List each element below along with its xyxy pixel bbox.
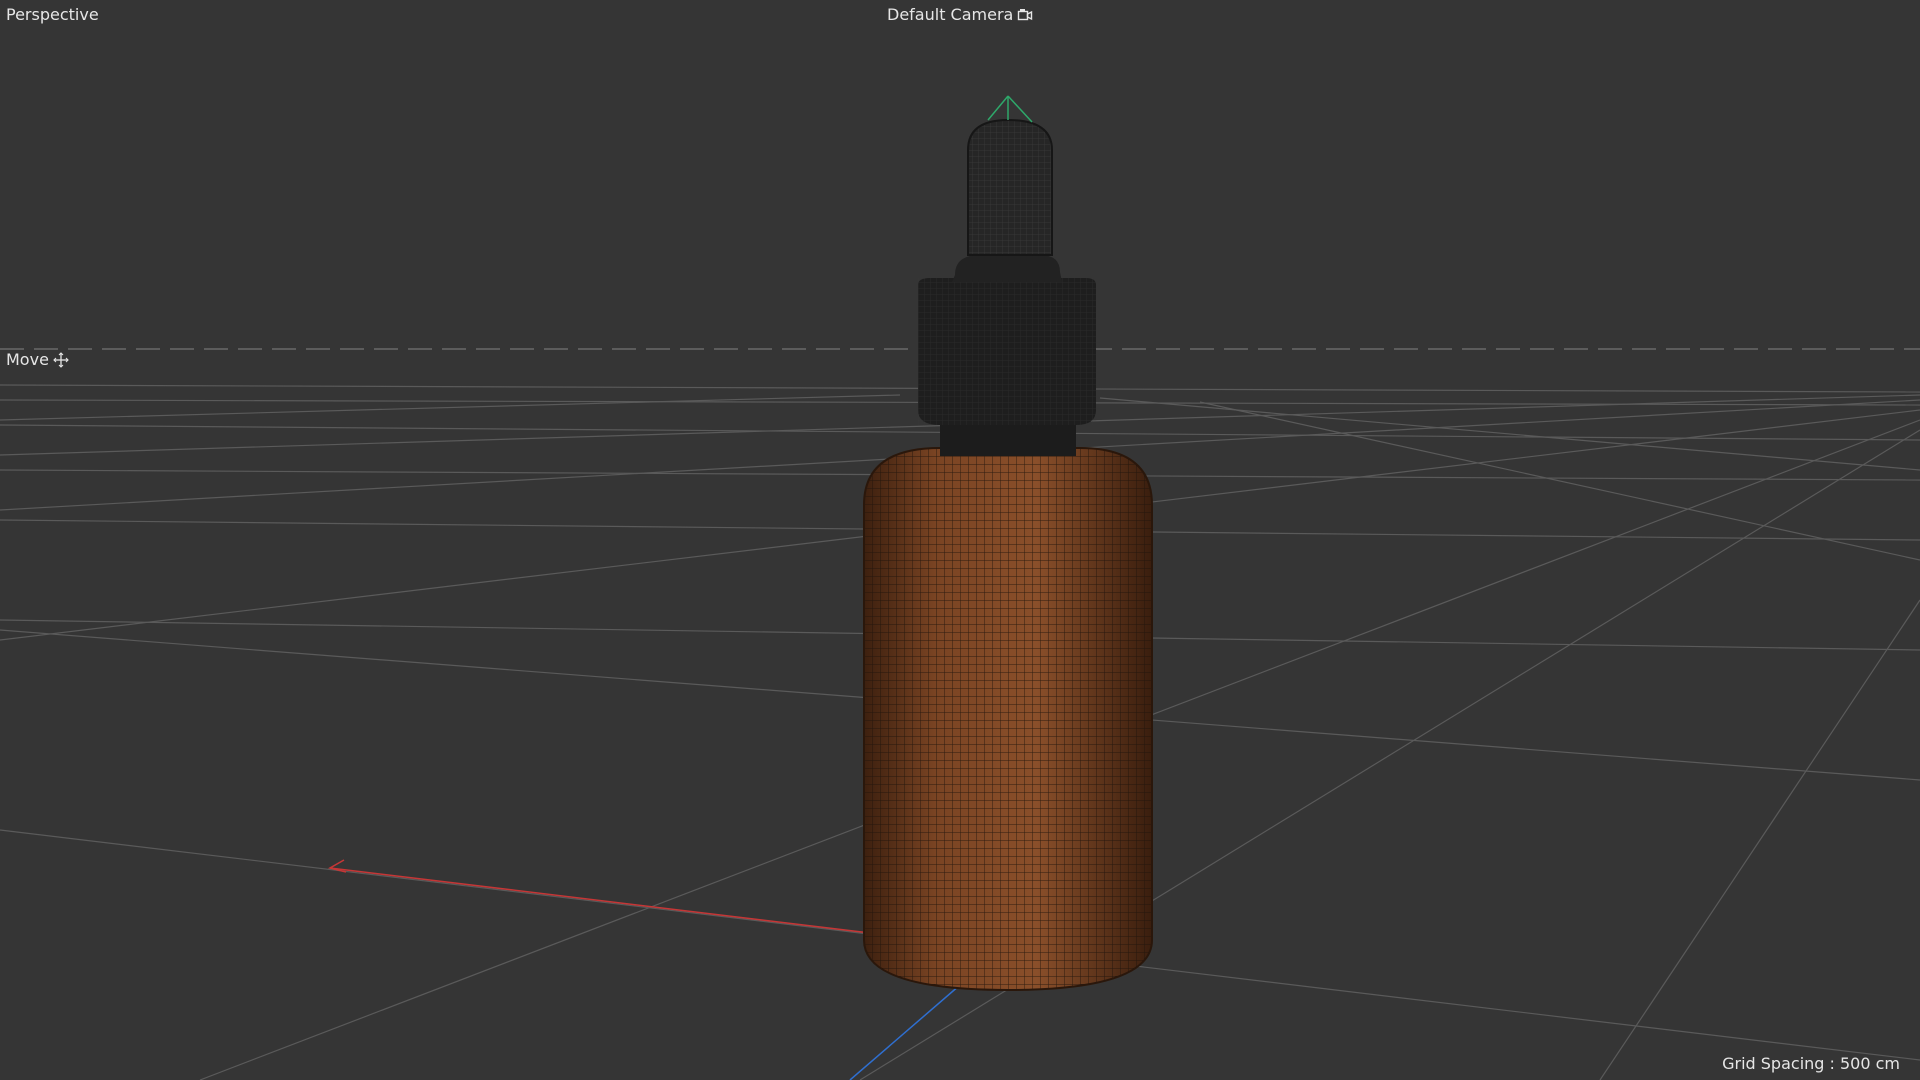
z-axis-line (849, 984, 961, 1080)
active-tool-indicator: Move (6, 350, 69, 370)
3d-viewport[interactable]: Perspective Default Camera Move Grid Spa… (0, 0, 1920, 1080)
camera-icon[interactable] (1017, 7, 1033, 23)
dropper-bulb[interactable] (952, 118, 1062, 282)
camera-label: Default Camera (887, 5, 1014, 24)
move-crosshair-icon (53, 352, 69, 368)
tool-label: Move (6, 350, 49, 369)
scene-canvas[interactable] (0, 0, 1920, 1080)
x-axis-line (329, 867, 871, 934)
grid-spacing-readout: Grid Spacing : 500 cm (1722, 1054, 1900, 1073)
bottle-body[interactable] (860, 440, 1160, 1000)
camera-selector[interactable]: Default Camera (887, 5, 1033, 25)
view-mode-label[interactable]: Perspective (6, 5, 99, 25)
bottle-cap-collar[interactable] (918, 278, 1096, 456)
object-axis-gizmo[interactable] (987, 95, 1033, 123)
